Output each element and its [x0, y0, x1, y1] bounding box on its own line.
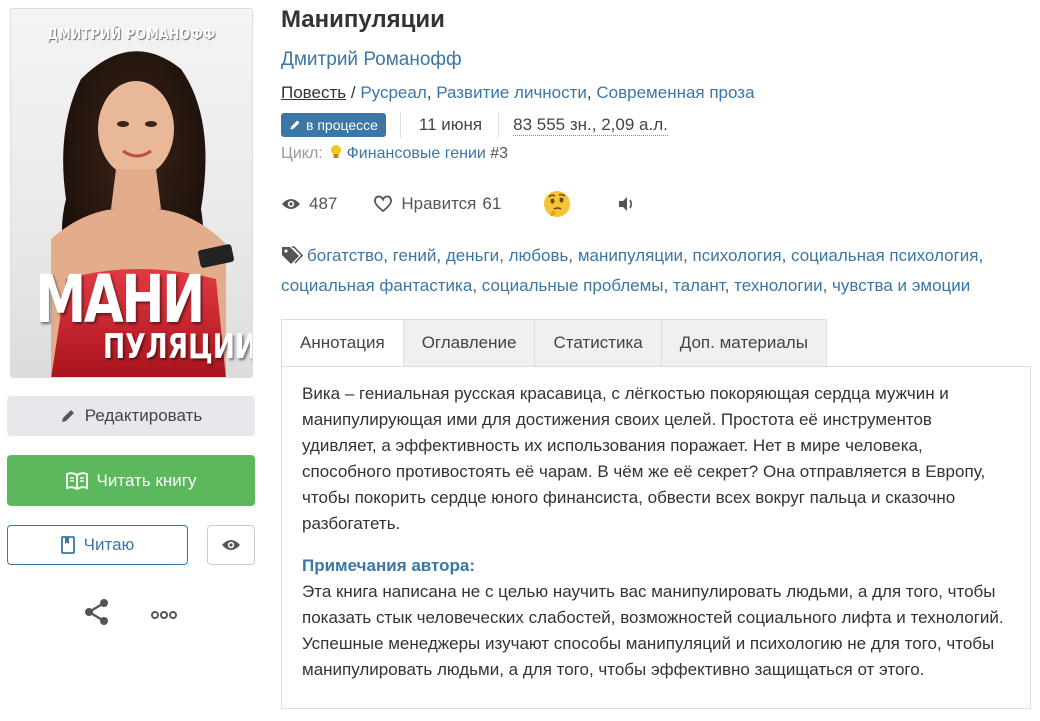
tag-link[interactable]: деньги	[446, 246, 499, 265]
annotation-panel: Вика – гениальная русская красавица, с л…	[281, 366, 1031, 709]
bookmark-book-icon	[60, 536, 75, 554]
tag-link[interactable]: талант	[673, 276, 725, 295]
pencil-icon	[289, 119, 301, 131]
stats-row: 487 Нравится 61	[281, 190, 635, 218]
tag-link[interactable]: гений	[393, 246, 437, 265]
tab-statistics[interactable]: Статистика	[535, 319, 662, 367]
author-notes-title: Примечания автора:	[302, 556, 476, 575]
likes-label: Нравится	[401, 194, 477, 213]
book-cover[interactable]: ДМИТРИЙ РОМАНОФФ МАНИ ПУЛЯЦИИ	[10, 8, 253, 378]
genres-line: Повесть / Русреал, Развитие личности, Со…	[281, 83, 755, 102]
tag-link[interactable]: социальная фантастика	[281, 276, 472, 295]
genre-link[interactable]: Русреал	[360, 83, 426, 102]
book-title: Манипуляции	[281, 6, 445, 33]
cover-title-line2: ПУЛЯЦИИ	[103, 327, 253, 367]
watch-button[interactable]	[207, 525, 255, 565]
tag-link[interactable]: социальная психология	[791, 246, 978, 265]
status-badge: в процессе	[281, 113, 386, 137]
like-button[interactable]: Нравится 61	[373, 194, 501, 214]
tags-list: богатство, гений, деньги, любовь, манипу…	[281, 245, 984, 295]
eye-icon	[281, 197, 301, 211]
read-book-button[interactable]: Читать книгу	[7, 455, 255, 506]
views-count: 487	[309, 194, 338, 213]
heart-icon	[373, 195, 393, 213]
tag-link[interactable]: богатство	[307, 246, 383, 265]
tags-icon	[281, 245, 304, 272]
annotation-text: Вика – гениальная русская красавица, с л…	[302, 384, 986, 533]
share-row	[81, 598, 191, 628]
form-link[interactable]: Повесть	[281, 83, 346, 102]
likes-count: 61	[482, 194, 502, 213]
more-options-icon[interactable]	[151, 606, 177, 624]
tag-link[interactable]: любовь	[509, 246, 569, 265]
eye-icon	[221, 538, 241, 552]
tag-link[interactable]: манипуляции	[578, 246, 683, 265]
status-label: в процессе	[306, 117, 378, 133]
cycle-label: Цикл:	[281, 145, 323, 162]
publish-date: 11 июня	[399, 112, 500, 138]
cover-author-caption: ДМИТРИЙ РОМАНОФФ	[47, 25, 216, 43]
genre-link[interactable]: Развитие личности	[436, 83, 587, 102]
tab-contents[interactable]: Оглавление	[403, 319, 536, 367]
reading-button-label: Читаю	[83, 535, 135, 554]
book-author-link[interactable]: Дмитрий Романофф	[281, 49, 462, 71]
book-size[interactable]: 83 555 зн., 2,09 а.л.	[513, 115, 668, 136]
views-stat: 487	[281, 194, 337, 214]
cycle-number: #3	[490, 145, 509, 162]
open-book-icon	[65, 471, 88, 490]
author-notes-text: Эта книга написана не с целью научить ва…	[302, 582, 1004, 679]
book-tabs: Аннотация Оглавление Статистика Доп. мат…	[281, 319, 827, 367]
lightbulb-icon	[330, 144, 342, 165]
read-book-label: Читать книгу	[96, 470, 197, 490]
pencil-icon	[60, 408, 76, 424]
tab-extra-materials[interactable]: Доп. материалы	[661, 319, 827, 367]
reading-button[interactable]: Читаю	[7, 525, 188, 565]
edit-button-label: Редактировать	[84, 406, 203, 425]
cycle-line: Цикл: Финансовые гении #3	[281, 144, 508, 165]
audio-icon[interactable]	[617, 196, 635, 212]
edit-button[interactable]: Редактировать	[7, 396, 255, 436]
genre-link[interactable]: Современная проза	[596, 83, 754, 102]
share-icon[interactable]	[83, 598, 111, 631]
tab-annotation[interactable]: Аннотация	[281, 319, 404, 367]
book-meta: в процессе 11 июня 83 555 зн., 2,09 а.л.	[281, 112, 668, 138]
tag-link[interactable]: технологии	[734, 276, 822, 295]
thinking-face-icon[interactable]	[543, 190, 571, 218]
tag-link[interactable]: социальные проблемы	[482, 276, 664, 295]
tag-link[interactable]: психология	[693, 246, 782, 265]
cycle-link[interactable]: Финансовые гении	[347, 145, 486, 162]
tag-link[interactable]: чувства и эмоции	[832, 276, 970, 295]
